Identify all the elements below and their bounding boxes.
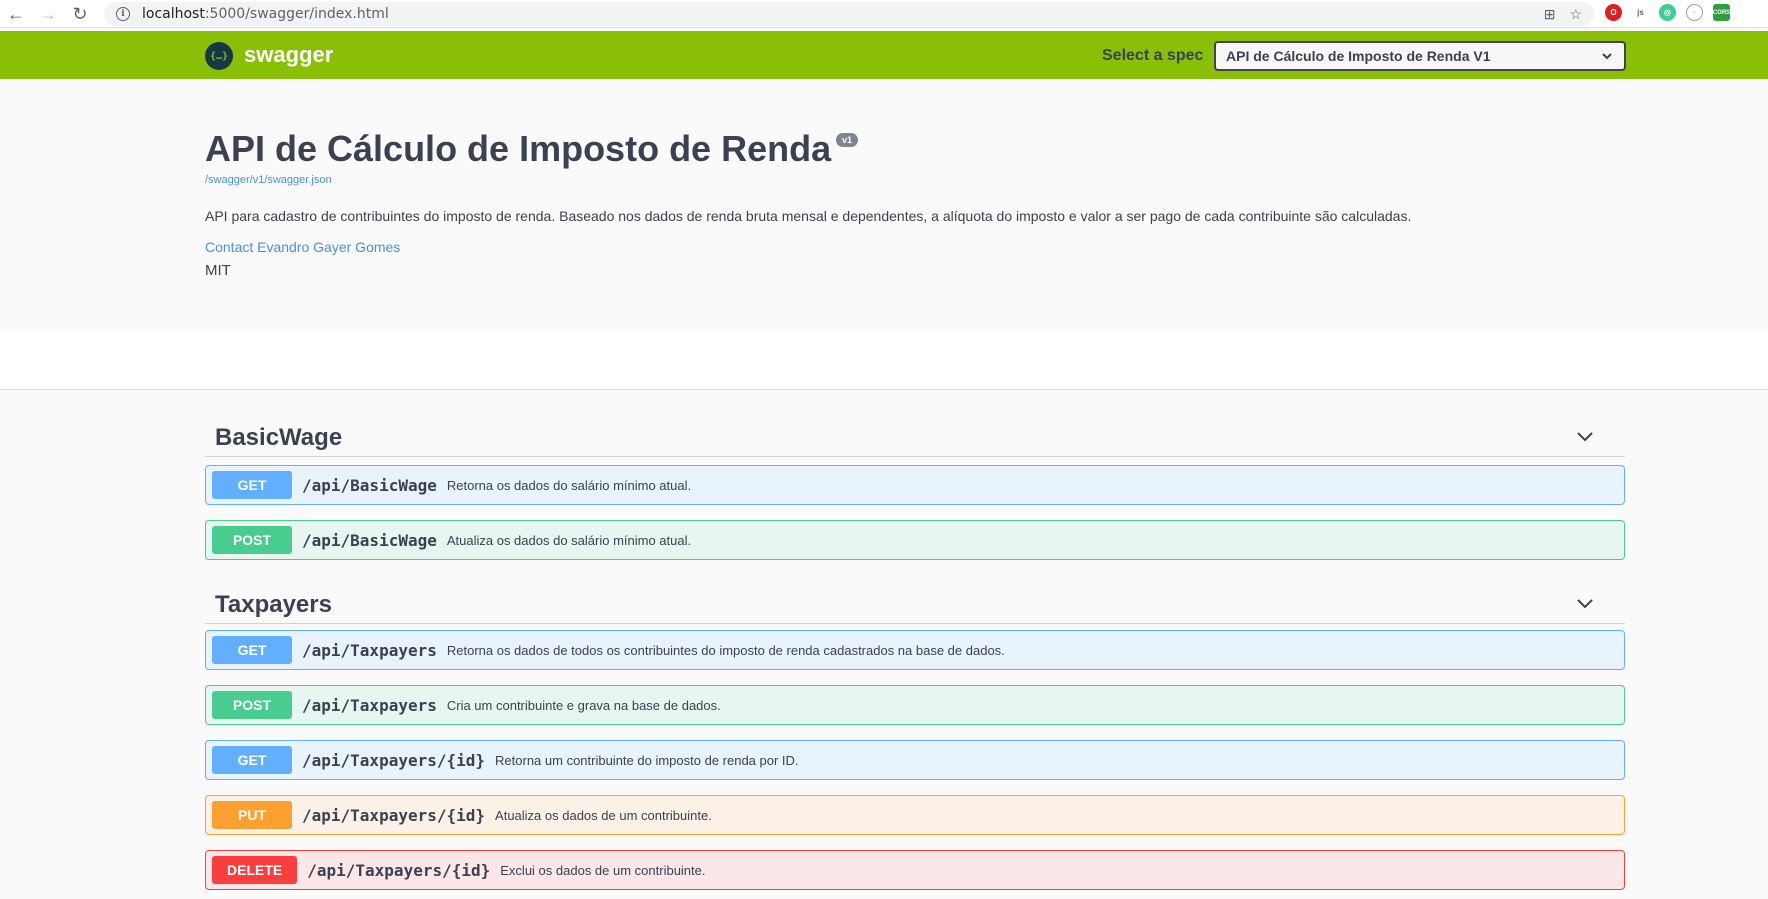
tag-header-taxpayers[interactable]: Taxpayers — [205, 578, 1625, 624]
opblock-get-taxpayer-by-id[interactable]: GET /api/Taxpayers/{id} Retorna um contr… — [205, 740, 1625, 780]
forward-arrow-icon[interactable]: → — [36, 2, 60, 26]
tag-title: BasicWage — [215, 424, 343, 451]
opblock-put-taxpayer[interactable]: PUT /api/Taxpayers/{id} Atualiza os dado… — [205, 795, 1625, 835]
operation-summary: Cria um contribuinte e grava na base de … — [446, 697, 721, 713]
operation-path: /api/Taxpayers/{id} — [302, 805, 486, 825]
tag-header-basicwage[interactable]: BasicWage — [205, 411, 1625, 457]
method-badge: GET — [212, 746, 292, 774]
green-extension-icon[interactable]: ◎ — [1659, 4, 1676, 21]
spec-select[interactable]: API de Cálculo de Imposto de Renda V1 — [1214, 41, 1626, 71]
opera-icon[interactable]: O — [1605, 4, 1622, 21]
swagger-brand-name[interactable]: swagger — [244, 42, 333, 68]
back-arrow-icon[interactable]: ← — [4, 2, 28, 26]
version-badge: v1 — [836, 133, 859, 147]
method-badge: DELETE — [212, 856, 298, 884]
chevron-down-icon[interactable] — [1575, 594, 1595, 614]
operation-summary: Atualiza os dados de um contribuinte. — [495, 807, 712, 823]
chevron-down-icon — [1602, 53, 1612, 60]
tag-title: Taxpayers — [215, 591, 332, 618]
operation-summary: Retorna os dados do salário mínimo atual… — [446, 477, 692, 493]
info-icon[interactable]: i — [116, 7, 130, 21]
swagger-logo-icon[interactable]: {…} — [205, 42, 233, 70]
method-badge: POST — [212, 691, 292, 719]
api-description: API para cadastro de contribuintes do im… — [205, 208, 1412, 224]
url-path: :5000/swagger/index.html — [204, 6, 389, 22]
operation-summary: Retorna um contribuinte do imposto de re… — [495, 752, 799, 768]
cors-extension-icon[interactable]: CORS — [1713, 4, 1730, 21]
contact-link[interactable]: Contact Evandro Gayer Gomes — [205, 239, 400, 255]
opblock-post-taxpayers[interactable]: POST /api/Taxpayers Cria um contribuinte… — [205, 685, 1625, 725]
opblock-post-basicwage[interactable]: POST /api/BasicWage Atualiza os dados do… — [205, 520, 1625, 560]
opblock-get-basicwage[interactable]: GET /api/BasicWage Retorna os dados do s… — [205, 465, 1625, 505]
operation-path: /api/Taxpayers/{id} — [307, 860, 491, 880]
translate-icon[interactable]: ⊞ — [1544, 6, 1556, 23]
api-title: API de Cálculo de Imposto de Renda — [205, 128, 832, 169]
license-text: MIT — [205, 262, 231, 279]
operation-summary: Exclui os dados de um contribuinte. — [500, 862, 706, 878]
address-bar[interactable]: i localhost:5000/swagger/index.html ⊞ ☆ — [104, 2, 1594, 26]
operation-summary: Retorna os dados de todos os contribuint… — [446, 642, 1005, 658]
grey-extension-icon[interactable]: · — [1686, 4, 1703, 21]
chevron-down-icon[interactable] — [1575, 427, 1595, 447]
url-text[interactable]: localhost:5000/swagger/index.html — [142, 6, 389, 22]
operation-path: /api/BasicWage — [302, 530, 437, 550]
spec-select-value: API de Cálculo de Imposto de Renda V1 — [1226, 48, 1491, 64]
method-badge: GET — [212, 471, 292, 499]
method-badge: GET — [212, 636, 292, 664]
spec-select-label: Select a spec — [1102, 47, 1204, 64]
url-host: localhost — [142, 6, 205, 22]
browser-toolbar: ← → ↻ i localhost:5000/swagger/index.htm… — [0, 0, 1768, 28]
operation-path: /api/BasicWage — [302, 475, 437, 495]
operation-path: /api/Taxpayers/{id} — [302, 750, 486, 770]
opblock-get-taxpayers[interactable]: GET /api/Taxpayers Retorna os dados de t… — [205, 630, 1625, 670]
swagger-json-link[interactable]: /swagger/v1/swagger.json — [205, 174, 332, 186]
method-badge: PUT — [212, 801, 292, 829]
scheme-container — [0, 330, 1768, 390]
operation-summary: Atualiza os dados do salário mínimo atua… — [446, 532, 692, 548]
swagger-topbar: {…} swagger Select a spec API de Cálculo… — [0, 31, 1768, 79]
opblock-delete-taxpayer[interactable]: DELETE /api/Taxpayers/{id} Exclui os dad… — [205, 850, 1625, 890]
operation-path: /api/Taxpayers — [302, 695, 437, 715]
method-badge: POST — [212, 526, 292, 554]
info-section: API de Cálculo de Imposto de Renda v1 /s… — [0, 79, 1768, 330]
operation-path: /api/Taxpayers — [302, 640, 437, 660]
star-icon[interactable]: ☆ — [1569, 6, 1582, 23]
reload-icon[interactable]: ↻ — [68, 2, 92, 26]
js-extension-icon[interactable]: js — [1632, 4, 1649, 21]
